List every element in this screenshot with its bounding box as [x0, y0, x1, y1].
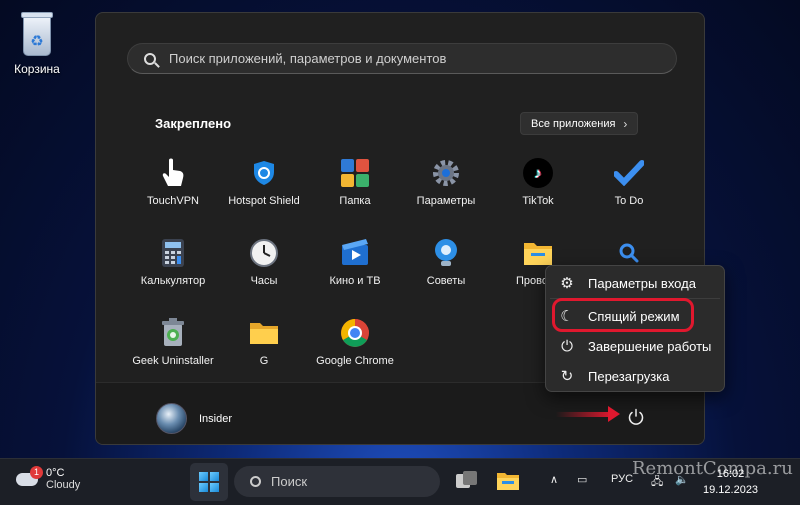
chevron-up-icon: ∧: [550, 474, 559, 486]
language-indicator[interactable]: РУС: [611, 473, 633, 485]
recycle-bin-icon: ♻: [19, 10, 55, 56]
watermark: RemontCompa.ru: [632, 458, 793, 479]
gear-icon: ⚙: [560, 275, 574, 292]
task-view-button[interactable]: [455, 470, 479, 492]
pinned-app-clock[interactable]: Часы: [219, 238, 309, 287]
pinned-app-folder[interactable]: Папка: [310, 158, 400, 207]
pinned-app-calculator[interactable]: Калькулятор: [128, 238, 218, 287]
settings-gear-icon: [431, 158, 461, 188]
menu-item-shutdown[interactable]: ⏻ Завершение работы: [546, 332, 724, 360]
recycle-bin-desktop-icon[interactable]: ♻ Корзина: [8, 8, 66, 76]
touchvpn-icon: [158, 158, 188, 188]
pinned-app-tips[interactable]: Советы: [401, 238, 491, 287]
power-button[interactable]: [625, 406, 647, 428]
menu-item-restart[interactable]: ↻ Перезагрузка: [546, 362, 724, 390]
restart-icon: ↻: [560, 368, 574, 385]
hotspot-shield-icon: [249, 158, 279, 188]
movies-tv-icon: [340, 238, 370, 268]
tips-bulb-icon: [431, 238, 461, 268]
pinned-app-hotspot-shield[interactable]: Hotspot Shield: [219, 158, 309, 207]
pinned-app-touchvpn[interactable]: TouchVPN: [128, 158, 218, 207]
search-app-icon: [614, 238, 644, 268]
menu-item-sign-in-options[interactable]: ⚙ Параметры входа: [546, 269, 724, 297]
start-search-placeholder: Поиск приложений, параметров и документо…: [169, 51, 447, 66]
windows-logo-icon: [199, 472, 219, 492]
clock-icon: [249, 238, 279, 268]
recycle-bin-label: Корзина: [14, 62, 60, 76]
arrow-to-power-annotation: [556, 406, 620, 422]
clock-date: 19.12.2023: [703, 484, 759, 496]
folder-icon: [249, 318, 279, 348]
pinned-app-folder-g[interactable]: G: [219, 318, 309, 367]
pinned-app-todo[interactable]: To Do: [584, 158, 674, 207]
pinned-app-settings[interactable]: Параметры: [401, 158, 491, 207]
power-icon: ⏻: [561, 337, 573, 355]
pinned-app-geek-uninstaller[interactable]: Geek Uninstaller: [128, 318, 218, 367]
geek-uninstaller-icon: [158, 318, 188, 348]
chevron-right-icon: ›: [623, 116, 628, 131]
all-apps-button[interactable]: Все приложения ›: [520, 112, 639, 135]
calculator-icon: [158, 238, 188, 268]
pinned-app-tiktok[interactable]: ♪ TikTok: [493, 158, 583, 207]
show-hidden-icons-button[interactable]: ∧: [550, 473, 558, 486]
weather-temperature: 0°C: [46, 467, 65, 479]
taskbar-search[interactable]: Поиск: [234, 466, 440, 497]
all-apps-label: Все приложения: [531, 117, 616, 130]
avatar: [156, 403, 187, 434]
user-account-button[interactable]: Insider: [156, 403, 232, 434]
weather-widget[interactable]: 1 0°C Cloudy: [16, 465, 81, 491]
user-name: Insider: [199, 412, 233, 425]
pinned-app-google-chrome[interactable]: Google Chrome: [310, 318, 400, 367]
usb-device-tray[interactable]: ▭: [577, 473, 587, 486]
file-explorer-icon: [497, 473, 519, 490]
file-explorer-taskbar-button[interactable]: [496, 470, 520, 492]
search-icon: [144, 52, 156, 65]
search-icon: [250, 476, 261, 487]
folder-apps-icon: [340, 158, 370, 188]
start-button[interactable]: [190, 463, 228, 501]
usb-drive-icon: ▭: [577, 474, 588, 486]
chrome-icon: [340, 318, 370, 348]
taskbar-search-placeholder: Поиск: [271, 474, 308, 489]
pinned-section-title: Закреплено: [155, 116, 232, 131]
task-view-icon: [456, 471, 477, 488]
weather-description: Cloudy: [46, 479, 81, 491]
sleep-highlight-outline: [552, 298, 694, 332]
todo-check-icon: [614, 158, 644, 188]
power-icon: [628, 408, 644, 425]
pinned-app-movies-tv[interactable]: Кино и ТВ: [310, 238, 400, 287]
cloud-icon: 1: [16, 465, 43, 486]
file-explorer-icon: [523, 238, 553, 268]
start-search-box[interactable]: Поиск приложений, параметров и документо…: [127, 43, 677, 74]
tiktok-icon: ♪: [523, 158, 553, 188]
notification-badge: 1: [30, 465, 43, 479]
